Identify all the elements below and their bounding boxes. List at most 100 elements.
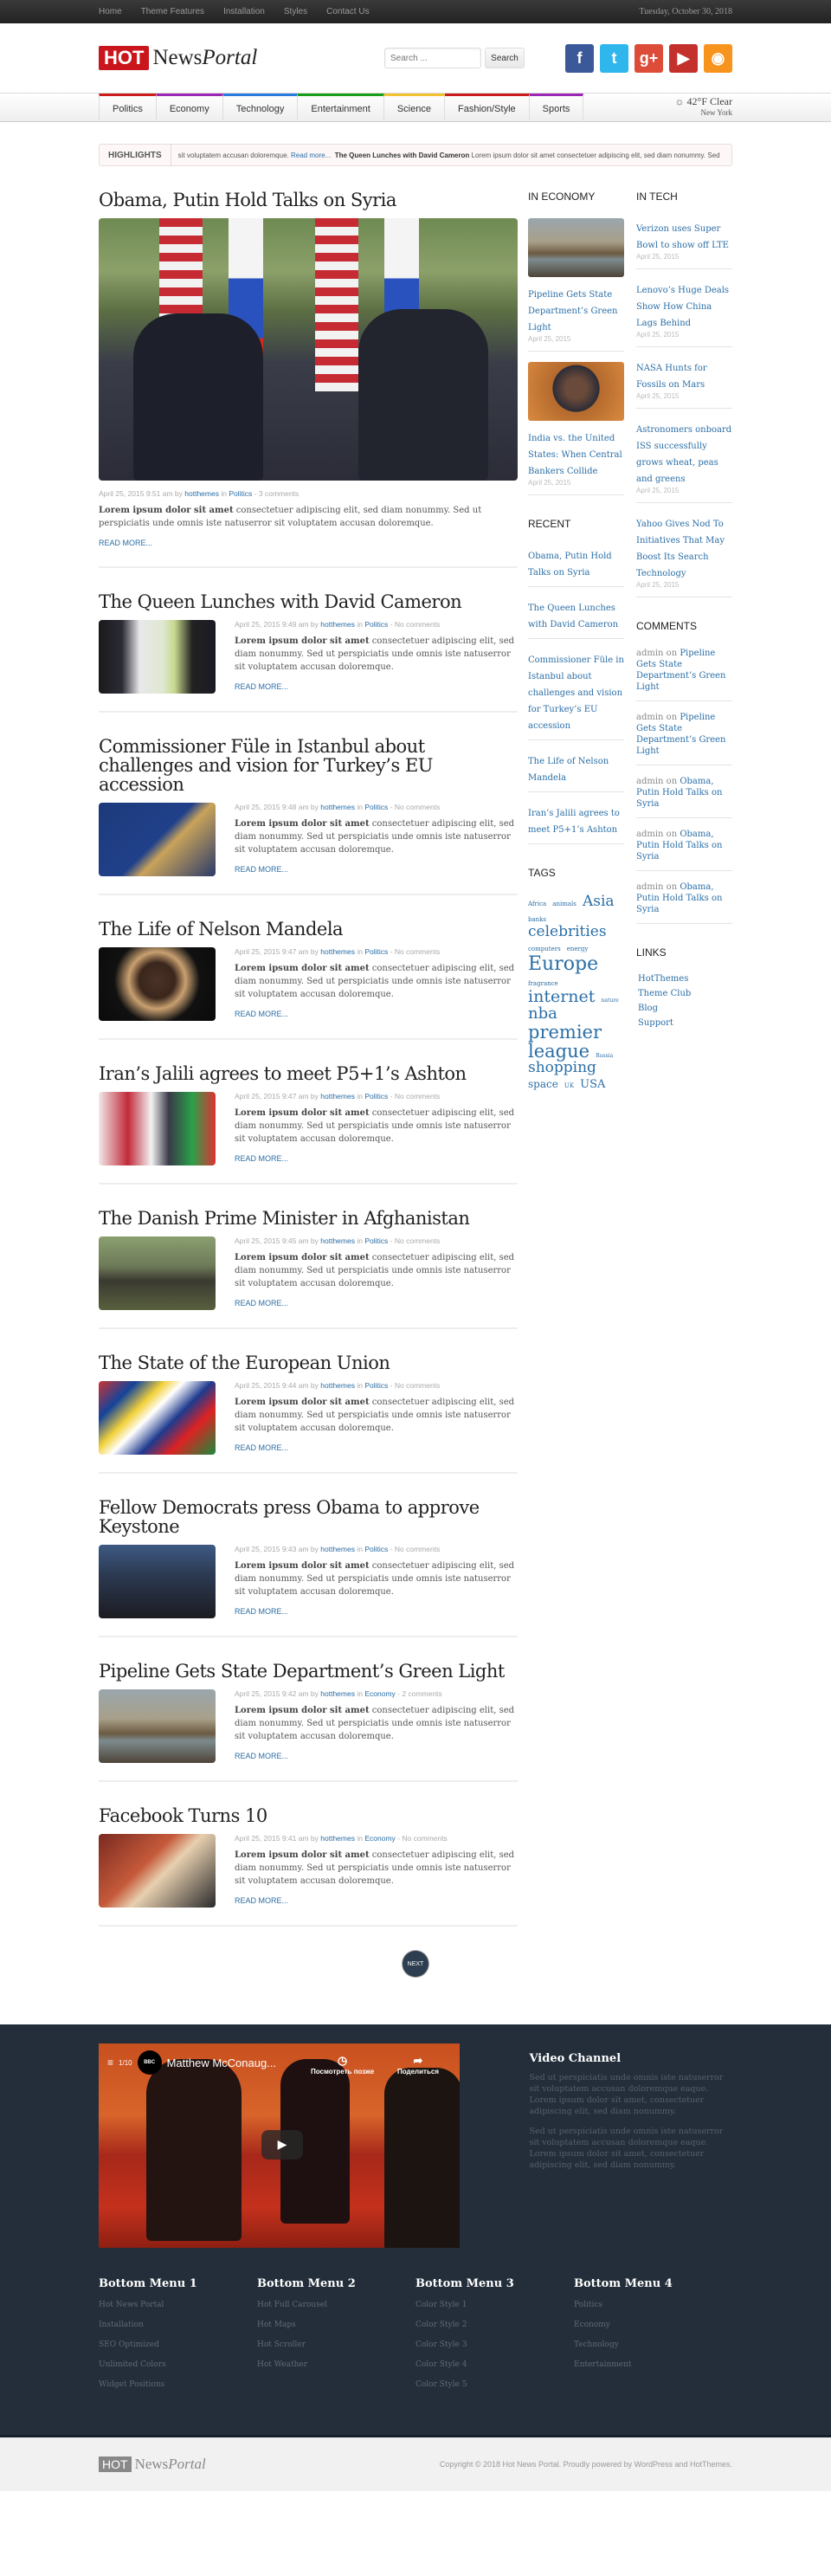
- post-comments-link[interactable]: No comments: [395, 1092, 440, 1101]
- post-author-link[interactable]: hotthemes: [320, 947, 355, 956]
- post-title[interactable]: Facebook Turns 10: [99, 1805, 267, 1826]
- post-title[interactable]: Commissioner Füle in Istanbul about chal…: [99, 736, 433, 795]
- post-thumbnail[interactable]: [99, 1381, 216, 1455]
- post-author-link[interactable]: hotthemes: [320, 1236, 355, 1245]
- tech-item-link[interactable]: Lenovo’s Huge Deals Show How China Lags …: [636, 286, 729, 328]
- tag-nature[interactable]: nature: [602, 997, 619, 1004]
- pipeline-thumbnail[interactable]: [528, 218, 624, 277]
- post-category-link[interactable]: Politics: [364, 620, 388, 629]
- link-hotthemes[interactable]: HotThemes: [638, 974, 732, 984]
- post-author-link[interactable]: hotthemes: [184, 489, 219, 498]
- post-comments-link[interactable]: 3 comments: [259, 489, 299, 498]
- ticker-title[interactable]: The Queen Lunches with David Cameron: [335, 152, 470, 159]
- link-blog[interactable]: Blog: [638, 1004, 732, 1013]
- top-menu-styles[interactable]: Styles: [284, 7, 307, 16]
- top-menu-home[interactable]: Home: [99, 7, 122, 16]
- nav-item-fashion-style[interactable]: Fashion/Style: [444, 94, 530, 122]
- playlist-icon[interactable]: ≡: [107, 2056, 113, 2069]
- read-more-link[interactable]: READ MORE...: [235, 1299, 288, 1307]
- play-button[interactable]: ▶: [261, 2130, 303, 2160]
- video-title[interactable]: Matthew McConaug...: [167, 2056, 276, 2069]
- post-comments-link[interactable]: No comments: [402, 1834, 447, 1843]
- tag-celebrities[interactable]: celebrities: [528, 923, 607, 940]
- footer-menu-link[interactable]: Economy: [574, 2321, 732, 2329]
- read-more-link[interactable]: READ MORE...: [99, 539, 152, 547]
- nav-item-economy[interactable]: Economy: [156, 94, 223, 122]
- post-title[interactable]: Pipeline Gets State Department’s Green L…: [99, 1661, 505, 1682]
- post-comments-link[interactable]: No comments: [395, 1381, 440, 1390]
- channel-avatar[interactable]: BBC: [137, 2050, 162, 2075]
- post-category-link[interactable]: Politics: [364, 1092, 388, 1101]
- youtube-icon[interactable]: ▶: [669, 43, 698, 73]
- site-logo[interactable]: HOT NewsPortal: [99, 46, 384, 70]
- post-category-link[interactable]: Politics: [229, 489, 252, 498]
- search-button[interactable]: Search: [485, 48, 525, 68]
- post-category-link[interactable]: Politics: [364, 1381, 388, 1390]
- top-menu-installation[interactable]: Installation: [223, 7, 265, 16]
- post-category-link[interactable]: Politics: [364, 803, 388, 811]
- tag-banks[interactable]: banks: [528, 916, 546, 923]
- ticker-read-more[interactable]: Read more...: [291, 152, 331, 159]
- nav-item-sports[interactable]: Sports: [529, 94, 584, 122]
- tag-internet[interactable]: internet: [528, 987, 595, 1006]
- tag-computers[interactable]: computers: [528, 946, 561, 952]
- nav-item-technology[interactable]: Technology: [222, 94, 299, 122]
- footer-menu-link[interactable]: Hot Full Carousel: [257, 2301, 416, 2309]
- post-title[interactable]: Iran’s Jalili agrees to meet P5+1’s Asht…: [99, 1063, 467, 1084]
- post-thumbnail[interactable]: [99, 1092, 216, 1165]
- read-more-link[interactable]: READ MORE...: [235, 1154, 288, 1163]
- post-category-link[interactable]: Politics: [364, 947, 388, 956]
- tag-fragrance[interactable]: fragrance: [528, 980, 558, 987]
- post-author-link[interactable]: hotthemes: [320, 1381, 355, 1390]
- post-comments-link[interactable]: 2 comments: [402, 1689, 441, 1698]
- post-title[interactable]: Fellow Democrats press Obama to approve …: [99, 1497, 480, 1537]
- footer-menu-link[interactable]: Color Style 2: [416, 2321, 574, 2329]
- post-category-link[interactable]: Economy: [364, 1834, 395, 1843]
- footer-menu-link[interactable]: SEO Optimized: [99, 2340, 257, 2349]
- post-thumbnail[interactable]: [99, 620, 216, 694]
- footer-menu-link[interactable]: Color Style 1: [416, 2301, 574, 2309]
- read-more-link[interactable]: READ MORE...: [235, 1010, 288, 1018]
- footer-menu-link[interactable]: Politics: [574, 2301, 732, 2309]
- tag-europe[interactable]: Europe: [528, 953, 598, 975]
- rss-icon[interactable]: ◉: [704, 43, 732, 73]
- economy-item-link[interactable]: India vs. the United States: When Centra…: [528, 434, 622, 476]
- footer-menu-link[interactable]: Unlimited Colors: [99, 2360, 257, 2369]
- watch-later-button[interactable]: ◷ Посмотреть позже: [311, 2054, 374, 2076]
- tag-asia[interactable]: Asia: [583, 893, 615, 910]
- nav-item-science[interactable]: Science: [383, 94, 445, 122]
- post-title[interactable]: Obama, Putin Hold Talks on Syria: [99, 190, 396, 210]
- next-page-button[interactable]: NEXT: [403, 1951, 428, 1977]
- post-comments-link[interactable]: No comments: [395, 947, 440, 956]
- link-support[interactable]: Support: [638, 1018, 732, 1028]
- post-title[interactable]: The Life of Nelson Mandela: [99, 919, 344, 939]
- recent-link[interactable]: The Life of Nelson Mandela: [528, 757, 609, 783]
- footer-menu-link[interactable]: Technology: [574, 2340, 732, 2349]
- post-comments-link[interactable]: No comments: [395, 803, 440, 811]
- nav-item-politics[interactable]: Politics: [99, 94, 157, 122]
- post-author-link[interactable]: hotthemes: [320, 1834, 355, 1843]
- google-plus-icon[interactable]: g+: [635, 43, 663, 73]
- recent-link[interactable]: Obama, Putin Hold Talks on Syria: [528, 552, 612, 578]
- footer-logo[interactable]: HOT NewsPortal: [99, 2456, 206, 2473]
- nav-item-entertainment[interactable]: Entertainment: [298, 94, 384, 122]
- tech-item-link[interactable]: Yahoo Gives Nod To Initiatives That May …: [636, 520, 725, 578]
- post-author-link[interactable]: hotthemes: [320, 1689, 355, 1698]
- read-more-link[interactable]: READ MORE...: [235, 1607, 288, 1616]
- read-more-link[interactable]: READ MORE...: [235, 1896, 288, 1905]
- footer-menu-link[interactable]: Widget Positions: [99, 2380, 257, 2389]
- footer-menu-link[interactable]: Hot Scroller: [257, 2340, 416, 2349]
- tag-africa[interactable]: Africa: [528, 901, 546, 907]
- post-thumbnail[interactable]: [99, 1834, 216, 1908]
- footer-menu-link[interactable]: Hot Weather: [257, 2360, 416, 2369]
- post-category-link[interactable]: Politics: [364, 1545, 388, 1553]
- search-input[interactable]: [384, 48, 481, 68]
- footer-menu-link[interactable]: Hot News Portal: [99, 2301, 257, 2309]
- post-thumbnail[interactable]: [99, 1545, 216, 1618]
- tag-shopping[interactable]: shopping: [528, 1059, 596, 1076]
- post-thumbnail[interactable]: [99, 803, 216, 876]
- post-category-link[interactable]: Politics: [364, 1236, 388, 1245]
- post-thumbnail[interactable]: [99, 1236, 216, 1310]
- post-thumbnail[interactable]: [99, 947, 216, 1021]
- post-author-link[interactable]: hotthemes: [320, 620, 355, 629]
